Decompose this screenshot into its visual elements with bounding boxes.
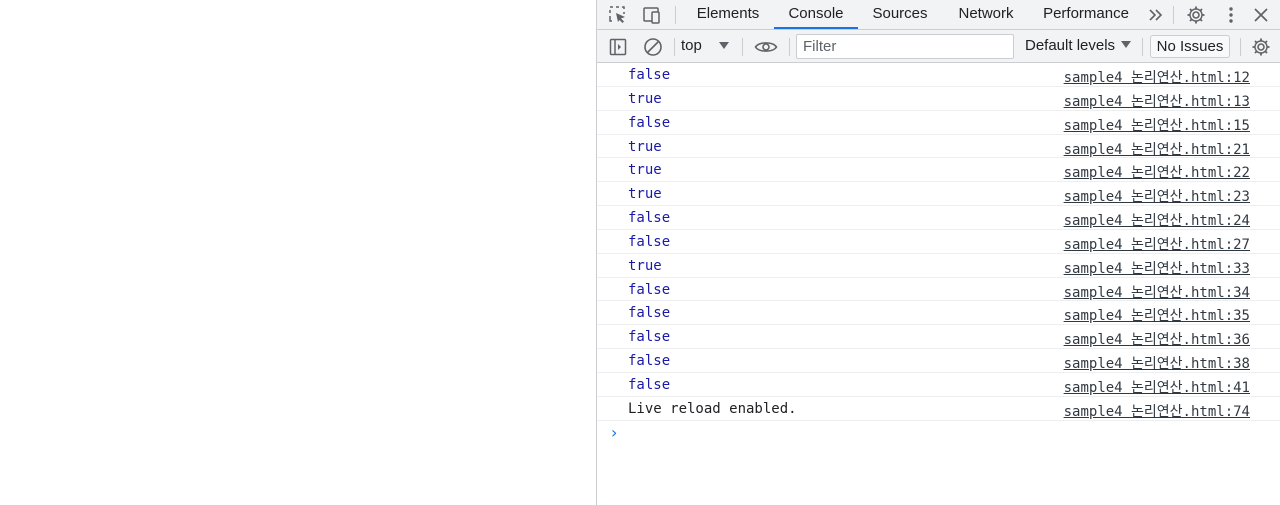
toolbar-separator [789, 38, 790, 56]
console-prompt[interactable]: › [597, 421, 1280, 445]
prompt-chevron-icon: › [611, 422, 618, 442]
console-message-text: false [628, 305, 671, 322]
console-message-row: false sample4 논리연산.html:24 [597, 206, 1280, 230]
console-message-row: true sample4 논리연산.html:33 [597, 254, 1280, 278]
console-source-link[interactable]: sample4 논리연산.html:34 [1064, 282, 1250, 302]
console-source-link[interactable]: sample4 논리연산.html:41 [1064, 377, 1250, 397]
toolbar-separator [674, 38, 675, 56]
console-message-text: Live reload enabled. [628, 400, 797, 417]
console-source-link[interactable]: sample4 논리연산.html:36 [1064, 329, 1250, 349]
console-message-row: false sample4 논리연산.html:12 [597, 63, 1280, 87]
context-selector[interactable]: top [681, 36, 735, 58]
console-message-row: true sample4 논리연산.html:21 [597, 135, 1280, 159]
context-selector-label: top [681, 37, 702, 54]
settings-gear-icon[interactable] [1181, 0, 1211, 29]
live-expression-eye-icon[interactable] [751, 35, 781, 59]
toolbar-separator [742, 38, 743, 56]
toolbar-separator [1240, 38, 1241, 56]
console-message-row: true sample4 논리연산.html:23 [597, 182, 1280, 207]
console-source-link[interactable]: sample4 논리연산.html:27 [1064, 234, 1250, 254]
console-message-text: true [628, 162, 662, 179]
console-source-link[interactable]: sample4 논리연산.html:38 [1064, 353, 1250, 373]
console-message-row: true sample4 논리연산.html:13 [597, 87, 1280, 111]
tab-performance[interactable]: Performance [1037, 0, 1135, 29]
more-options-icon[interactable] [1216, 0, 1246, 29]
console-message-row: true sample4 논리연산.html:22 [597, 158, 1280, 183]
console-toolbar: top Default levels No Issues [597, 30, 1280, 63]
console-message-text: true [628, 186, 662, 203]
console-output: false sample4 논리연산.html:12 true sample4 논리연… [597, 63, 1280, 505]
inspect-element-icon[interactable] [603, 0, 633, 29]
more-tabs-icon[interactable] [1141, 0, 1171, 29]
close-icon[interactable] [1246, 0, 1276, 29]
dropdown-caret-icon [719, 42, 729, 49]
device-toolbar-icon[interactable] [637, 0, 667, 29]
console-source-link[interactable]: sample4 논리연산.html:13 [1064, 91, 1250, 111]
console-message-row: false sample4 논리연산.html:15 [597, 111, 1280, 135]
console-message-row: false sample4 논리연산.html:35 [597, 301, 1280, 326]
console-message-text: false [628, 281, 671, 298]
toolbar-separator [1142, 38, 1143, 56]
devtools-tabbar: Elements Console Sources Network Perform… [597, 0, 1280, 30]
console-message-text: false [628, 329, 671, 346]
inspected-page-area [0, 0, 596, 505]
console-source-link[interactable]: sample4 논리연산.html:22 [1064, 162, 1250, 182]
console-message-text: false [628, 67, 671, 83]
tabbar-separator [675, 6, 676, 24]
tab-network[interactable]: Network [947, 0, 1025, 29]
console-message-row: false sample4 논리연산.html:38 [597, 349, 1280, 373]
console-message-text: true [628, 138, 662, 155]
console-settings-gear-icon[interactable] [1248, 35, 1274, 59]
console-source-link[interactable]: sample4 논리연산.html:23 [1064, 186, 1250, 206]
tabbar-separator [1173, 6, 1174, 24]
log-levels-dropdown[interactable]: Default levels [1025, 36, 1132, 58]
filter-input[interactable] [796, 34, 1014, 59]
console-message-row: false sample4 논리연산.html:36 [597, 325, 1280, 350]
console-message-text: false [628, 353, 671, 370]
console-message-text: true [628, 90, 662, 107]
console-source-link[interactable]: sample4 논리연산.html:21 [1064, 139, 1250, 159]
console-source-link[interactable]: sample4 논리연산.html:12 [1064, 67, 1250, 87]
clear-console-icon[interactable] [640, 35, 666, 59]
console-source-link[interactable]: sample4 논리연산.html:35 [1064, 305, 1250, 325]
console-message-row: Live reload enabled. sample4 논리연산.html:74 [597, 397, 1280, 421]
tab-elements[interactable]: Elements [687, 0, 769, 29]
console-message-row: false sample4 논리연산.html:41 [597, 373, 1280, 397]
console-message-row: false sample4 논리연산.html:34 [597, 278, 1280, 302]
console-source-link[interactable]: sample4 논리연산.html:74 [1064, 401, 1250, 421]
tab-sources[interactable]: Sources [863, 0, 937, 29]
console-message-text: false [628, 233, 671, 250]
console-message-text: false [628, 210, 671, 227]
log-levels-label: Default levels [1025, 37, 1116, 54]
devtools-panel: Elements Console Sources Network Perform… [596, 0, 1280, 505]
console-source-link[interactable]: sample4 논리연산.html:15 [1064, 115, 1250, 135]
console-message-text: false [628, 376, 671, 393]
console-source-link[interactable]: sample4 논리연산.html:33 [1064, 258, 1250, 278]
console-message-row: false sample4 논리연산.html:27 [597, 230, 1280, 254]
tab-console[interactable]: Console [774, 0, 858, 29]
issues-button[interactable]: No Issues [1150, 35, 1230, 58]
console-message-text: true [628, 257, 662, 274]
dropdown-caret-icon [1121, 41, 1132, 48]
console-source-link[interactable]: sample4 논리연산.html:24 [1064, 210, 1250, 230]
console-message-text: false [628, 114, 671, 131]
sidebar-toggle-icon[interactable] [605, 35, 631, 59]
